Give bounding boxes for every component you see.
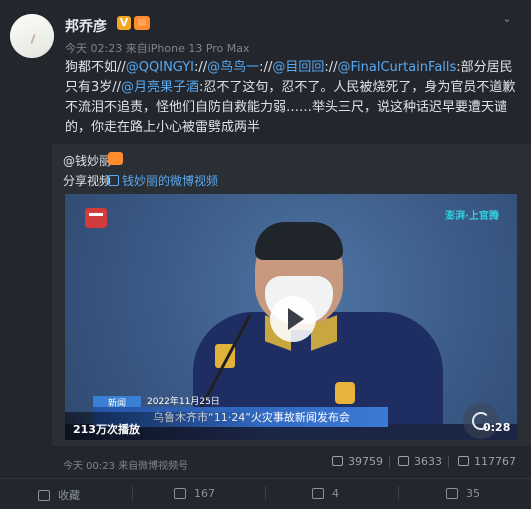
post-time[interactable]: 今天 02:23 [65,42,122,55]
author-avatar[interactable] [10,14,54,58]
post-text: 狗都不如//@QQINGYI://@鸟鸟一://@目回回://@FinalCur… [65,58,517,138]
divider [389,456,390,468]
mention-link[interactable]: @QQINGYI [126,60,194,75]
retweet-time[interactable]: 今天 00:23 [63,461,115,472]
member-level-icon [134,16,150,30]
watermark-logo: 澎湃·上官腾 [445,211,499,222]
divider [398,486,399,500]
mention-link[interactable]: @FinalCurtainFalls [338,60,457,75]
comment-count-value: 3633 [414,455,442,468]
comment-icon [312,488,324,499]
source-prefix: 来自 [125,42,148,55]
mention-link[interactable]: @鸟鸟一 [207,60,259,75]
divider [448,456,449,468]
comment-count: 4 [332,487,339,500]
separator: // [263,60,273,75]
author-name[interactable]: 邦乔彦 [65,16,107,36]
repost-icon [332,456,343,466]
retweet-author[interactable]: @钱妙丽 [63,152,111,169]
like-count-value: 117767 [474,455,516,468]
post-source: iPhone 13 Pro Max [147,42,250,55]
repost-button[interactable]: 167 [174,487,215,500]
comment-icon [398,456,409,466]
retweet-author-name[interactable]: @钱妙丽 [63,154,111,168]
post-text-part: 狗都不如// [65,60,126,75]
divider [265,486,266,500]
retweet-footer: 今天 00:23 来自微博视频号 [63,457,188,472]
retweet-comment-count[interactable]: 3633 [398,455,442,468]
chest-badge-icon [335,382,355,404]
video-duration: 0:28 [483,421,511,434]
weibo-post-card: 邦乔彦 V ⌄ 今天 02:23 来自iPhone 13 Pro Max 狗都不… [0,0,531,508]
comment-button[interactable]: 4 [312,487,339,500]
member-level-icon [108,152,123,165]
favorite-label: 收藏 [58,489,80,502]
retweet-source: 来自微博视频号 [118,461,189,472]
post-meta: 今天 02:23 来自iPhone 13 Pro Max [65,40,250,56]
like-count: 35 [466,487,480,500]
verified-badge-icon: V [117,16,131,30]
thumbs-up-icon [446,488,458,499]
video-player[interactable]: 澎湃·上官腾 新闻 2022年11月25日 乌鲁木齐市“11·24”火灾事故新闻… [65,194,517,440]
separator: // [328,60,338,75]
video-source-link[interactable]: 钱妙丽的微博视频 [108,172,218,189]
retweet-share-label: 分享视频 [63,174,112,188]
repost-icon [174,488,186,499]
separator: // [198,60,208,75]
video-date-caption: 2022年11月25日 [147,397,220,407]
mention-link[interactable]: @目回回 [272,60,324,75]
tv-station-logo-icon [85,208,107,228]
retweet-like-count[interactable]: 117767 [458,455,516,468]
star-icon [38,490,50,501]
view-count: 213万次播放 [73,423,140,436]
speaker-hair [255,222,343,260]
video-link-icon [108,175,119,186]
chevron-down-icon[interactable]: ⌄ [500,12,514,26]
like-icon [458,456,469,466]
retweet-repost-count[interactable]: 39759 [332,455,383,468]
mention-link[interactable]: @月亮果子酒 [121,80,199,95]
divider [132,486,133,500]
video-source-link-label[interactable]: 钱妙丽的微博视频 [122,174,218,188]
play-button[interactable] [270,296,316,342]
favorite-button[interactable]: 收藏 [38,487,80,503]
repost-count-value: 39759 [348,455,383,468]
repost-count: 167 [194,487,215,500]
like-button[interactable]: 35 [446,487,480,500]
